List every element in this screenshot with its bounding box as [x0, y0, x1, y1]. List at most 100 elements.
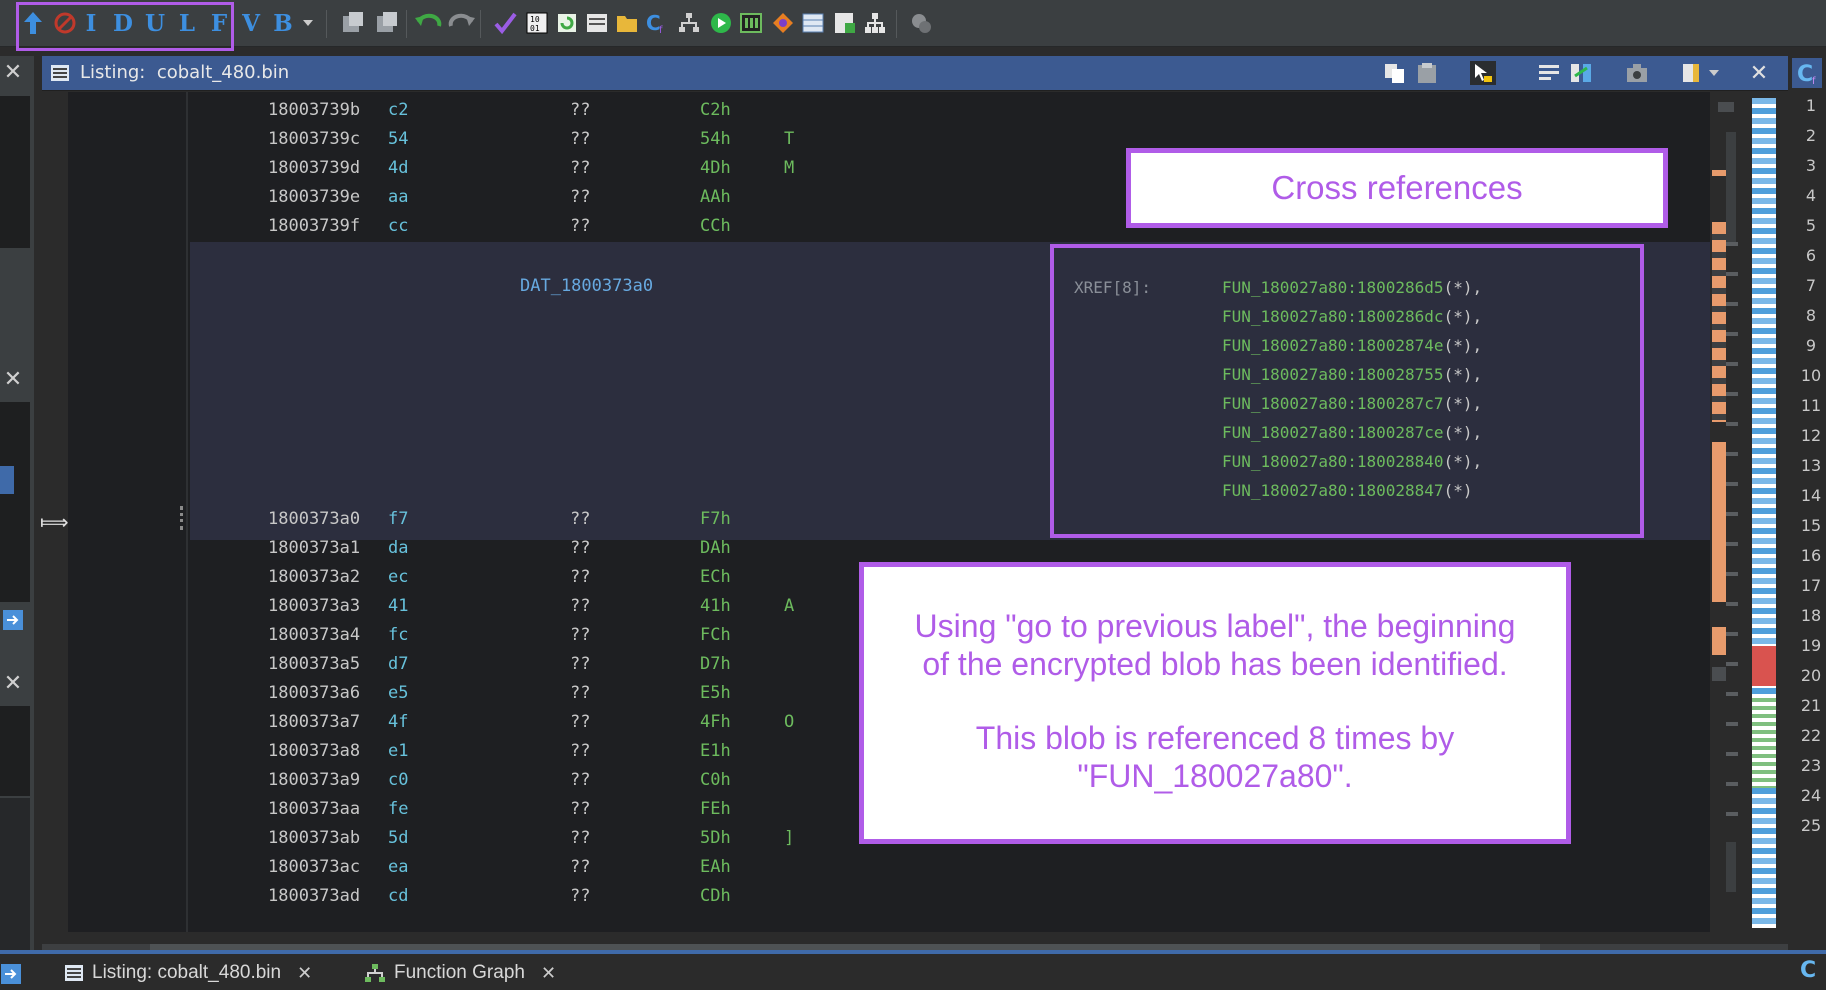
close-icon[interactable]: ✕: [2, 369, 24, 391]
byte-value: 5d: [388, 828, 409, 848]
listing-row[interactable]: 1800373a0 f7?? F7h: [190, 505, 1090, 534]
help-icon[interactable]: [906, 8, 936, 38]
copy-icon[interactable]: [1382, 61, 1408, 85]
decompiler-icon[interactable]: Cf: [642, 8, 672, 38]
next-value-button[interactable]: V: [236, 8, 266, 38]
address: 1800373ac: [268, 857, 361, 877]
callout-line: of the encrypted blob has been identifie…: [922, 646, 1508, 682]
line-number: 23: [1800, 756, 1822, 775]
close-icon[interactable]: ✕: [297, 963, 312, 984]
snapshot-icon[interactable]: [1624, 61, 1650, 85]
stripe-section: [1752, 698, 1776, 788]
left-panel-strip: ✕ ✕ ✕: [0, 56, 34, 986]
xref-entry[interactable]: FUN_180027a80:1800286dc(*),: [1222, 307, 1482, 326]
chevron-down-icon[interactable]: [300, 8, 316, 38]
format-editor-icon[interactable]: [1536, 61, 1562, 85]
memory-map-icon[interactable]: [736, 8, 766, 38]
mnemonic: ??: [570, 857, 591, 877]
close-icon[interactable]: ✕: [541, 963, 556, 984]
run-icon[interactable]: [706, 8, 736, 38]
redo-icon[interactable]: [446, 8, 476, 38]
xref-entry[interactable]: FUN_180027a80:180028847(*): [1222, 481, 1472, 500]
line-number: 20: [1800, 666, 1822, 685]
data-label[interactable]: DAT_1800373a0: [520, 276, 653, 296]
folder-icon[interactable]: [612, 8, 642, 38]
xref-entry[interactable]: FUN_180027a80:180028755(*),: [1222, 365, 1482, 384]
operand-value: D7h: [700, 654, 731, 674]
line-number: 5: [1805, 216, 1817, 235]
operand-value: 4Fh: [700, 712, 731, 732]
cursor-follow-icon[interactable]: [1470, 61, 1496, 85]
call-tree-icon[interactable]: [860, 8, 890, 38]
listing-row[interactable]: 1800373ad cd?? CDh: [190, 882, 1090, 911]
line-number: 10: [1800, 366, 1822, 385]
operand-value: 41h: [700, 596, 731, 616]
bookmark-diamond-icon[interactable]: [768, 8, 798, 38]
data-type-panel[interactable]: [0, 706, 30, 796]
splitter-handle[interactable]: [180, 506, 187, 530]
xref-entry[interactable]: FUN_180027a80:1800287c7(*),: [1222, 394, 1482, 413]
undo-icon[interactable]: [414, 8, 444, 38]
byte-value: 41: [388, 596, 409, 616]
xref-ref[interactable]: FUN_180027a80:180028847: [1222, 481, 1444, 500]
callout-line: This blob is referenced 8 times by: [975, 720, 1455, 756]
overview-thumb[interactable]: [1712, 667, 1726, 681]
refresh-icon[interactable]: [552, 8, 582, 38]
function-graph-icon[interactable]: [674, 8, 704, 38]
xref-tail: (*),: [1443, 423, 1483, 442]
listing-row[interactable]: 18003739b c2?? C2h: [190, 96, 1090, 125]
mnemonic: ??: [570, 567, 591, 587]
decompiler-tab-icon[interactable]: Cf: [1792, 58, 1822, 88]
xref-ref[interactable]: FUN_180027a80:180028755: [1222, 365, 1444, 384]
close-icon[interactable]: ✕: [1746, 61, 1772, 86]
tab-listing[interactable]: Listing: cobalt_480.bin ✕: [64, 962, 312, 984]
script-manager-icon[interactable]: [830, 8, 860, 38]
listing-row[interactable]: 1800373ac ea?? EAh: [190, 853, 1090, 882]
import-icon[interactable]: [338, 8, 368, 38]
listing-row[interactable]: 18003739d 4d?? 4Dh M: [190, 154, 1090, 183]
symbol-tree-icon[interactable]: [2, 608, 24, 632]
listing-row[interactable]: 1800373a1 da?? DAh: [190, 534, 1090, 563]
next-function-button[interactable]: F: [204, 8, 234, 38]
export-icon[interactable]: [372, 8, 402, 38]
xref-entry[interactable]: FUN_180027a80:18002874e(*),: [1222, 336, 1482, 355]
table-icon[interactable]: [798, 8, 828, 38]
symbol-tree-panel[interactable]: [0, 402, 30, 602]
xref-entry[interactable]: FUN_180027a80:1800287ce(*),: [1222, 423, 1482, 442]
operand-value: FEh: [700, 799, 731, 819]
binary-icon[interactable]: 10 01: [522, 8, 552, 38]
xref-ref[interactable]: FUN_180027a80:1800286d5: [1222, 278, 1444, 297]
xref-entry[interactable]: FUN_180027a80:1800286d5(*),: [1222, 278, 1482, 297]
operand-value: ECh: [700, 567, 731, 587]
xref-ref[interactable]: FUN_180027a80:1800287c7: [1222, 394, 1444, 413]
overview-bar[interactable]: [1712, 92, 1746, 932]
chevron-down-icon[interactable]: [1706, 61, 1722, 85]
decompiler-tab-icon[interactable]: C: [1800, 958, 1816, 983]
xref-ref[interactable]: FUN_180027a80:18002874e: [1222, 336, 1444, 355]
overview-marker: [1712, 627, 1726, 655]
listing-row[interactable]: 18003739c 54?? 54h T: [190, 125, 1090, 154]
xref-ref[interactable]: FUN_180027a80:1800287ce: [1222, 423, 1444, 442]
checkmark-icon[interactable]: [490, 8, 520, 38]
field-options-icon[interactable]: [1680, 61, 1706, 85]
listing-view-icon[interactable]: [582, 8, 612, 38]
line-number: 8: [1805, 306, 1817, 325]
diff-icon[interactable]: [1568, 61, 1594, 85]
close-icon[interactable]: ✕: [2, 673, 24, 695]
byte-value: e5: [388, 683, 409, 703]
xref-ref[interactable]: FUN_180027a80:1800286dc: [1222, 307, 1444, 326]
listing-row[interactable]: 18003739e aa?? AAh: [190, 183, 1090, 212]
next-bookmark-button[interactable]: B: [268, 8, 298, 38]
symbol-tree-icon[interactable]: [0, 962, 24, 986]
xref-entry[interactable]: FUN_180027a80:180028840(*),: [1222, 452, 1482, 471]
cross-references-callout: Cross references: [1126, 148, 1668, 228]
program-tree-panel[interactable]: [0, 96, 30, 248]
xref-ref[interactable]: FUN_180027a80:180028840: [1222, 452, 1444, 471]
address: 1800373a4: [268, 625, 361, 645]
close-icon[interactable]: ✕: [2, 62, 24, 84]
address: 1800373a0: [268, 509, 361, 529]
tab-function-graph[interactable]: Function Graph ✕: [364, 962, 556, 984]
listing-row[interactable]: 18003739f cc?? CCh: [190, 212, 1090, 241]
paste-icon[interactable]: [1414, 61, 1440, 85]
mnemonic: ??: [570, 828, 591, 848]
